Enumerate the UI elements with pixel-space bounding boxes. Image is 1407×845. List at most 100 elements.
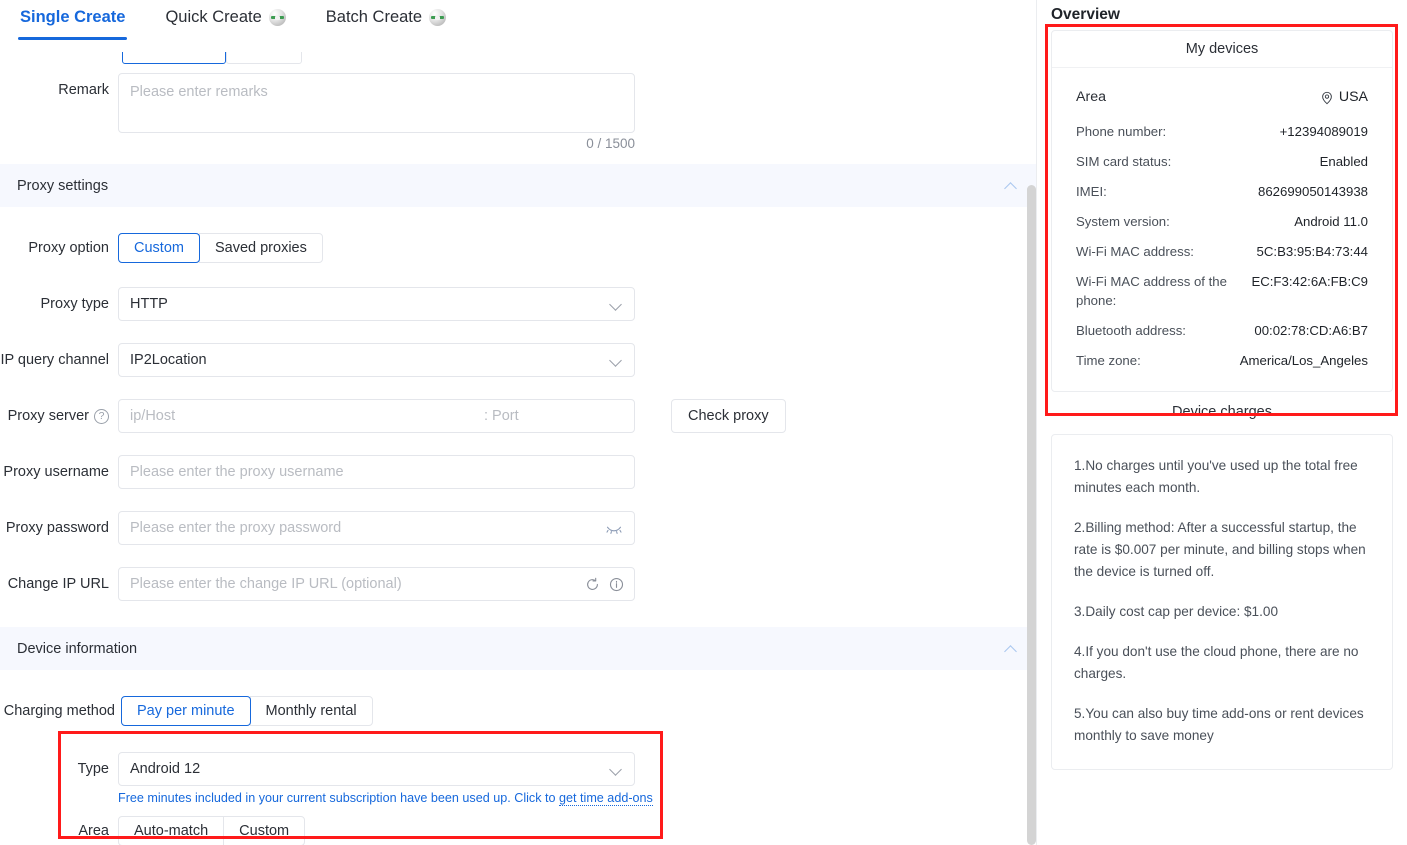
row-label: Bluetooth address: [1076, 322, 1186, 338]
change-ip-url-input[interactable]: Please enter the change IP URL (optional… [118, 567, 635, 601]
chevron-down-icon [611, 765, 622, 776]
row-label: Wi-Fi MAC address of the phone: [1076, 273, 1227, 308]
charging-method-monthly-rental[interactable]: Monthly rental [249, 696, 373, 726]
row-value: 00:02:78:CD:A6:B7 [1254, 322, 1368, 338]
proxy-settings-title: Proxy settings [17, 177, 109, 194]
sphere-badge-icon [429, 9, 447, 26]
proxy-server-host-placeholder: ip/Host [130, 408, 176, 424]
proxy-password-field: Please enter the proxy password [118, 511, 635, 545]
eye-closed-icon[interactable] [606, 522, 622, 540]
proxy-option-field: Custom Saved proxies [118, 231, 323, 263]
table-row: Phone number: +12394089019 [1076, 116, 1368, 146]
proxy-option-label: Proxy option [28, 240, 109, 256]
proxy-option-segmented: Custom Saved proxies [118, 233, 323, 263]
device-area-row: Area Auto-match Custom [0, 814, 1036, 845]
proxy-password-row: Proxy password Please enter the proxy pa… [0, 511, 1036, 545]
tab-quick-create[interactable]: Quick Create [163, 0, 287, 40]
charging-method-row: Charging method Pay per minute Monthly r… [0, 694, 1036, 728]
device-type-select[interactable]: Android 12 [118, 752, 635, 786]
proxy-server-label-wrap: Proxy server ? [0, 399, 118, 433]
remark-row: Remark Please enter remarks 0 / 1500 [0, 73, 1036, 151]
proxy-password-label: Proxy password [5, 520, 109, 536]
charging-method-field: Pay per minute Monthly rental [121, 694, 373, 726]
remark-input[interactable]: Please enter remarks [118, 73, 635, 133]
table-row: System version: Android 11.0 [1076, 206, 1368, 236]
main-scrollbar-thumb[interactable] [1027, 185, 1036, 845]
proxy-password-input[interactable]: Please enter the proxy password [118, 511, 635, 545]
proxy-option-saved-proxies[interactable]: Saved proxies [198, 233, 323, 263]
change-ip-url-placeholder: Please enter the change IP URL (optional… [130, 576, 402, 592]
device-area-label: Area [78, 823, 109, 839]
location-pin-icon [1320, 91, 1334, 105]
tab-single-create[interactable]: Single Create [18, 0, 128, 40]
section-header-device-information[interactable]: Device information [0, 627, 1036, 670]
proxy-username-input[interactable]: Please enter the proxy username [118, 455, 635, 489]
device-area-field: Auto-match Custom [118, 814, 306, 845]
section-header-proxy-settings[interactable]: Proxy settings [0, 164, 1036, 207]
device-type-field: Android 12 Free minutes included in your… [118, 752, 653, 807]
remark-counter: 0 / 1500 [586, 136, 635, 151]
table-row: SIM card status: Enabled [1076, 146, 1368, 176]
device-area-segmented: Auto-match Custom [118, 816, 306, 845]
create-mode-tabs: Single Create Quick Create Batch Create [0, 0, 1036, 46]
overview-panel: Overview My devices Area USA Phone numbe… [1036, 0, 1407, 845]
row-value: 862699050143938 [1257, 183, 1368, 199]
proxy-server-host-input[interactable]: ip/Host : Port [118, 399, 635, 433]
refresh-icon[interactable] [585, 577, 600, 596]
proxy-option-custom[interactable]: Custom [118, 233, 200, 263]
check-proxy-button[interactable]: Check proxy [671, 399, 786, 433]
ip-query-channel-value: IP2Location [130, 352, 207, 368]
my-devices-body: Area USA Phone number: +12394089019 SIM … [1052, 68, 1392, 391]
table-row: Bluetooth address: 00:02:78:CD:A6:B7 [1076, 315, 1368, 345]
proxy-type-value: HTTP [130, 296, 168, 312]
proxy-server-label: Proxy server [7, 408, 89, 424]
proxy-server-port-placeholder[interactable]: : Port [484, 408, 519, 424]
device-type-label: Type [77, 761, 109, 777]
device-type-row: Type Android 12 Free minutes included in… [0, 752, 1036, 807]
proxy-username-label: Proxy username [3, 464, 109, 480]
app-root: Single Create Quick Create Batch Create … [0, 0, 1407, 845]
table-row: Time zone: America/Los_Angeles [1076, 345, 1368, 375]
device-area-auto-match[interactable]: Auto-match [118, 816, 225, 845]
row-value: 5C:B3:95:B4:73:44 [1256, 243, 1368, 259]
chevron-down-icon [611, 300, 622, 311]
row-label: SIM card status: [1076, 153, 1172, 169]
proxy-type-field: HTTP [118, 287, 635, 321]
proxy-username-row: Proxy username Please enter the proxy us… [0, 455, 1036, 489]
row-value: Enabled [1319, 153, 1368, 169]
table-row: IMEI: 862699050143938 [1076, 176, 1368, 206]
ip-query-channel-field: IP2Location [118, 343, 635, 377]
device-information-title: Device information [17, 640, 138, 657]
change-ip-url-label: Change IP URL [7, 576, 109, 592]
ip-query-channel-select[interactable]: IP2Location [118, 343, 635, 377]
sphere-badge-icon [268, 9, 286, 26]
list-item: 1.No charges until you've used up the to… [1074, 458, 1358, 495]
proxy-type-select[interactable]: HTTP [118, 287, 635, 321]
cut-off-segment-other [226, 52, 302, 64]
proxy-type-row: Proxy type HTTP [0, 287, 1036, 321]
chevron-up-icon[interactable] [1004, 179, 1018, 193]
get-time-add-ons-link[interactable]: get time add-ons [559, 791, 653, 806]
change-ip-url-icons [585, 577, 624, 596]
charging-method-segmented: Pay per minute Monthly rental [121, 696, 373, 726]
list-item: 2.Billing method: After a successful sta… [1074, 520, 1366, 579]
chevron-up-icon[interactable] [1004, 642, 1018, 656]
change-ip-url-row: Change IP URL Please enter the change IP… [0, 567, 1036, 601]
tab-batch-create-label: Batch Create [325, 8, 423, 26]
ip-query-channel-label: IP query channel [0, 352, 109, 368]
list-item: 3.Daily cost cap per device: $1.00 [1074, 604, 1279, 619]
row-label: IMEI: [1076, 183, 1107, 199]
remark-field: Please enter remarks 0 / 1500 [118, 73, 635, 151]
main-scrollbar[interactable] [1027, 185, 1036, 845]
proxy-option-row: Proxy option Custom Saved proxies [0, 231, 1036, 265]
charging-method-pay-per-minute[interactable]: Pay per minute [121, 696, 251, 726]
table-row: Wi-Fi MAC address of the phone: EC:F3:42… [1076, 266, 1368, 315]
list-item: 5.You can also buy time add-ons or rent … [1074, 706, 1364, 743]
info-circle-icon[interactable] [609, 577, 624, 596]
tab-batch-create[interactable]: Batch Create [324, 0, 448, 40]
question-circle-icon[interactable]: ? [94, 408, 109, 424]
device-area-custom[interactable]: Custom [223, 816, 306, 845]
device-area-overview-value: USA [1338, 89, 1368, 105]
device-type-value: Android 12 [130, 761, 201, 777]
proxy-password-placeholder: Please enter the proxy password [130, 520, 342, 536]
